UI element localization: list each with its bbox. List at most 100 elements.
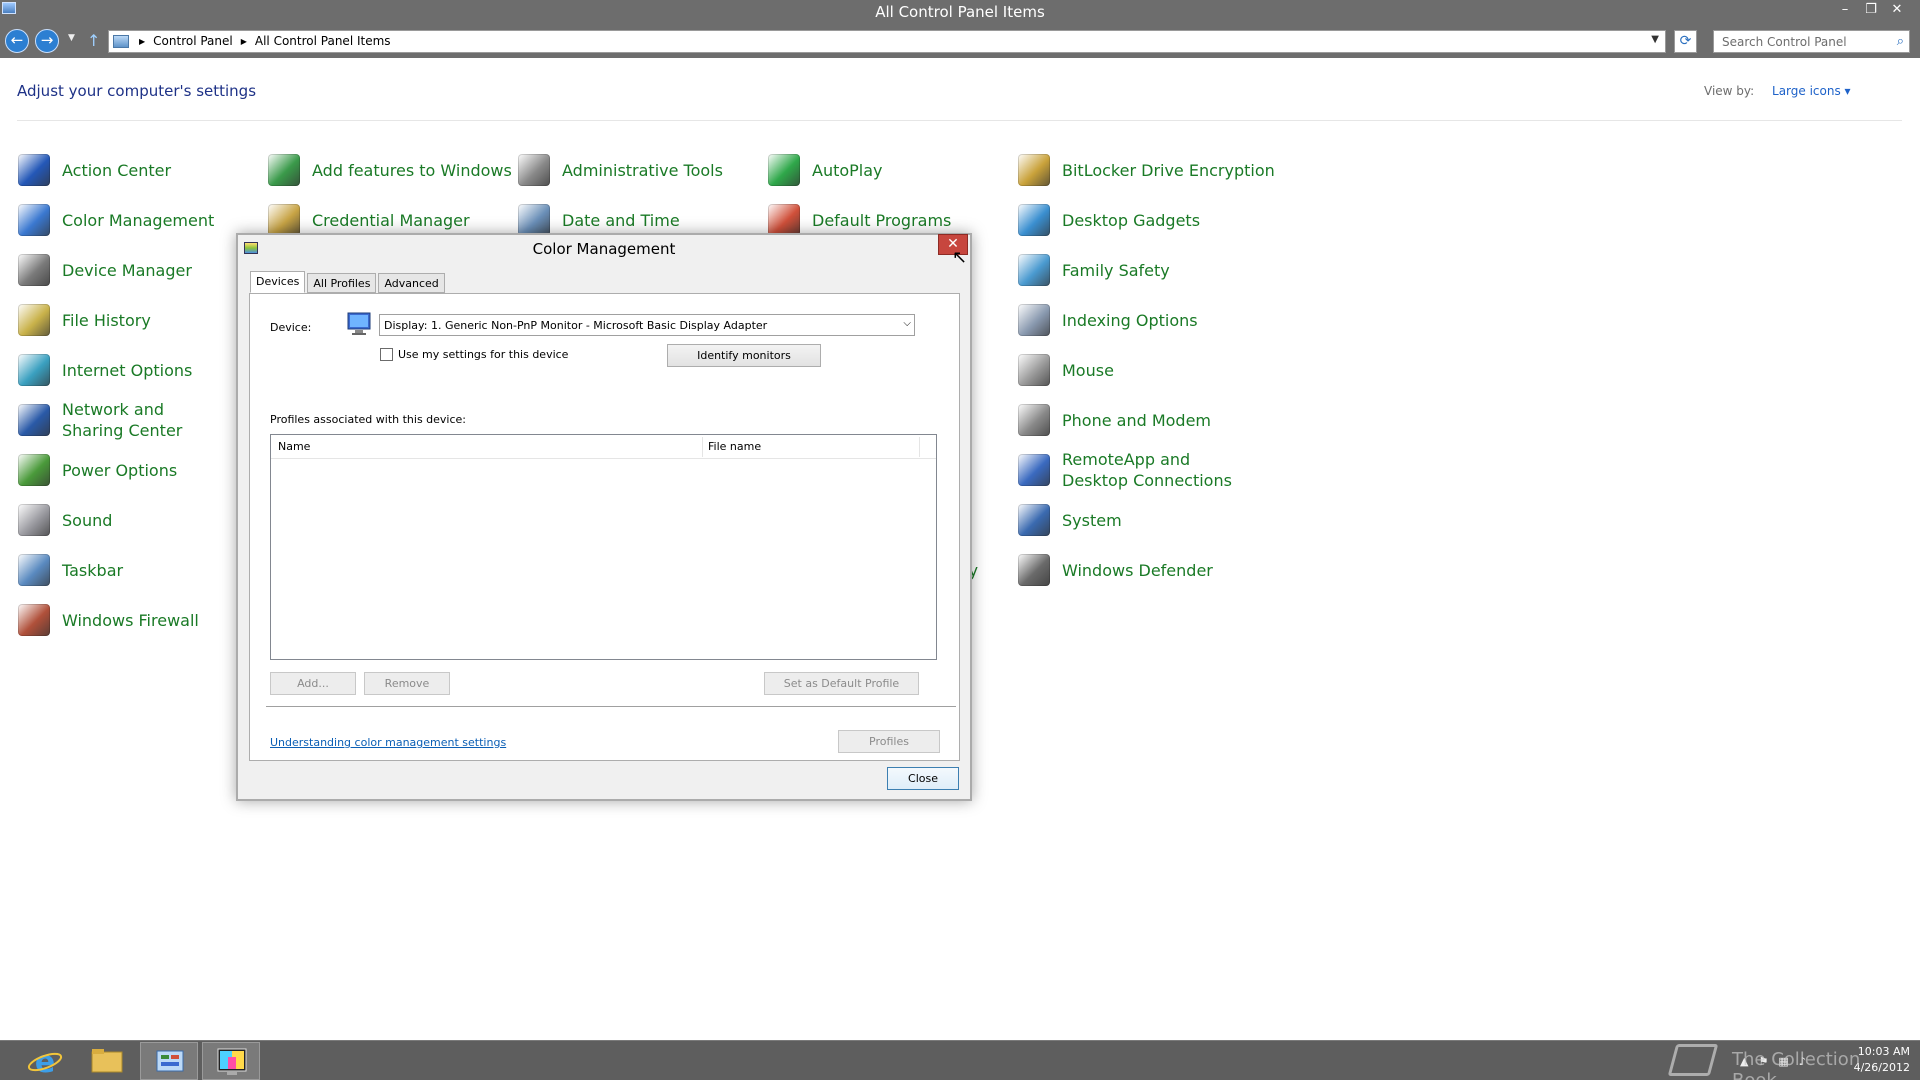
- cp-item-system[interactable]: System: [1018, 497, 1258, 543]
- address-dropdown-icon[interactable]: ▼: [1651, 34, 1659, 45]
- back-button[interactable]: ←: [5, 29, 29, 53]
- network-icon: [18, 404, 50, 436]
- search-input[interactable]: Search Control Panel ⌕: [1713, 30, 1910, 53]
- breadcrumb-separator-icon[interactable]: ▶: [139, 37, 145, 48]
- cp-item-file-history[interactable]: File History: [18, 297, 258, 343]
- column-file-name[interactable]: File name: [708, 440, 761, 453]
- cp-item-windows-firewall[interactable]: Windows Firewall: [18, 597, 258, 643]
- cp-item-device-manager[interactable]: Device Manager: [18, 247, 258, 293]
- restore-button[interactable]: ❐: [1858, 0, 1884, 20]
- cp-item-remoteapp[interactable]: RemoteApp and Desktop Connections: [1018, 447, 1238, 493]
- tab-all-profiles[interactable]: All Profiles: [307, 273, 377, 293]
- cp-item-action-center[interactable]: Action Center: [18, 147, 258, 193]
- search-icon[interactable]: ⌕: [1897, 34, 1904, 49]
- firewall-icon: [18, 604, 50, 636]
- cp-item-sound[interactable]: Sound: [18, 497, 258, 543]
- cp-item-phone-and-modem[interactable]: Phone and Modem: [1018, 397, 1258, 443]
- cp-item-family-safety[interactable]: Family Safety: [1018, 247, 1258, 293]
- taskbar-internet-explorer[interactable]: e: [16, 1042, 74, 1080]
- cp-item-mouse[interactable]: Mouse: [1018, 347, 1258, 393]
- taskbar-icon: [18, 554, 50, 586]
- search-placeholder: Search Control Panel: [1722, 35, 1847, 49]
- cp-item-indexing-options[interactable]: Indexing Options: [1018, 297, 1258, 343]
- understanding-color-management-link[interactable]: Understanding color management settings: [270, 736, 506, 749]
- taskbar-control-panel[interactable]: [140, 1042, 198, 1080]
- cp-item-label: Action Center: [62, 160, 172, 180]
- watermark-text: The Collection Book: [1732, 1049, 1861, 1080]
- profiles-button[interactable]: Profiles: [838, 730, 940, 753]
- cp-item-autoplay[interactable]: AutoPlay: [768, 147, 1008, 193]
- cp-item-internet-options[interactable]: Internet Options: [18, 347, 258, 393]
- power-options-icon: [18, 454, 50, 486]
- cp-item-add-features[interactable]: Add features to Windows 8: [268, 147, 528, 193]
- minimize-button[interactable]: –: [1832, 0, 1858, 20]
- cp-item-network-and-sharing[interactable]: Network and Sharing Center: [18, 397, 218, 443]
- chevron-down-icon[interactable]: ⌵: [903, 318, 911, 329]
- speaker-icon: [18, 504, 50, 536]
- indexing-icon: [1018, 304, 1050, 336]
- cp-item-label: Color Management: [62, 210, 215, 230]
- cp-item-label: File History: [62, 310, 151, 330]
- taskbar-file-explorer[interactable]: [78, 1042, 136, 1080]
- cp-item-color-management[interactable]: Color Management: [18, 197, 258, 243]
- taskbar-color-management[interactable]: [202, 1042, 260, 1080]
- cp-item-desktop-gadgets[interactable]: Desktop Gadgets: [1018, 197, 1258, 243]
- profiles-associated-label: Profiles associated with this device:: [270, 413, 467, 426]
- cp-item-windows-defender[interactable]: Windows Defender: [1018, 547, 1258, 593]
- defender-icon: [1018, 554, 1050, 586]
- mouse-icon: [1018, 354, 1050, 386]
- identify-monitors-button[interactable]: Identify monitors: [667, 344, 821, 367]
- remove-profile-button[interactable]: Remove: [364, 672, 450, 695]
- globe-icon: [18, 354, 50, 386]
- cp-item-label: Internet Options: [62, 360, 193, 380]
- remoteapp-icon: [1018, 454, 1050, 486]
- phone-icon: [1018, 404, 1050, 436]
- system-icon: [1018, 504, 1050, 536]
- tab-devices[interactable]: Devices: [250, 271, 306, 293]
- address-bar[interactable]: ▶ Control Panel ▶ All Control Panel Item…: [108, 30, 1666, 53]
- column-divider[interactable]: [919, 437, 920, 457]
- cp-item-label: System: [1062, 510, 1122, 530]
- cp-item-power-options[interactable]: Power Options: [18, 447, 258, 493]
- close-window-button[interactable]: ✕: [1884, 0, 1910, 20]
- breadcrumb-separator-icon[interactable]: ▶: [241, 37, 247, 48]
- flag-icon: [18, 154, 50, 186]
- cp-item-taskbar[interactable]: Taskbar: [18, 547, 258, 593]
- column-divider[interactable]: [702, 437, 703, 457]
- column-name[interactable]: Name: [278, 440, 310, 453]
- cp-item-label: BitLocker Drive Encryption: [1062, 160, 1275, 180]
- cp-item-label: Default Programs: [812, 210, 952, 230]
- folder-icon: [91, 1049, 123, 1073]
- profiles-list[interactable]: Name File name: [270, 434, 937, 660]
- forward-button[interactable]: →: [35, 29, 59, 53]
- close-button[interactable]: Close: [887, 767, 959, 790]
- cp-item-bitlocker[interactable]: BitLocker Drive Encryption: [1018, 147, 1278, 193]
- use-settings-row[interactable]: Use my settings for this device: [380, 348, 568, 361]
- device-dropdown[interactable]: Display: 1. Generic Non-PnP Monitor - Mi…: [379, 314, 915, 336]
- cp-item-label: Windows Defender: [1062, 560, 1213, 580]
- use-settings-checkbox[interactable]: [380, 348, 393, 361]
- cp-item-label: Phone and Modem: [1062, 410, 1212, 430]
- set-default-profile-button[interactable]: Set as Default Profile: [764, 672, 919, 695]
- tab-advanced[interactable]: Advanced: [378, 273, 445, 293]
- window-title: All Control Panel Items: [875, 3, 1045, 21]
- device-dropdown-value: Display: 1. Generic Non-PnP Monitor - Mi…: [384, 319, 768, 332]
- breadcrumb-all-items[interactable]: All Control Panel Items: [255, 34, 391, 48]
- cp-item-administrative-tools[interactable]: Administrative Tools: [518, 147, 758, 193]
- refresh-button[interactable]: ⟳: [1674, 30, 1697, 53]
- cp-item-label: Mouse: [1062, 360, 1114, 380]
- control-panel-icon: [156, 1050, 184, 1072]
- cp-item-label: Network and Sharing Center: [62, 400, 183, 440]
- cp-item-label: Device Manager: [62, 260, 192, 280]
- up-arrow-icon[interactable]: ↑: [87, 31, 100, 50]
- breadcrumb-control-panel[interactable]: Control Panel: [153, 34, 233, 48]
- cp-item-label: Indexing Options: [1062, 310, 1198, 330]
- view-by-dropdown[interactable]: Large icons ▾: [1772, 84, 1851, 98]
- monitor-icon: [347, 312, 371, 335]
- default-programs-icon: [768, 204, 800, 236]
- add-profile-button[interactable]: Add...: [270, 672, 356, 695]
- bitlocker-icon: [1018, 154, 1050, 186]
- recent-locations-chevron-icon[interactable]: ▼: [68, 33, 75, 43]
- cp-item-label: Sound: [62, 510, 113, 530]
- cp-item-label: Desktop Gadgets: [1062, 210, 1201, 230]
